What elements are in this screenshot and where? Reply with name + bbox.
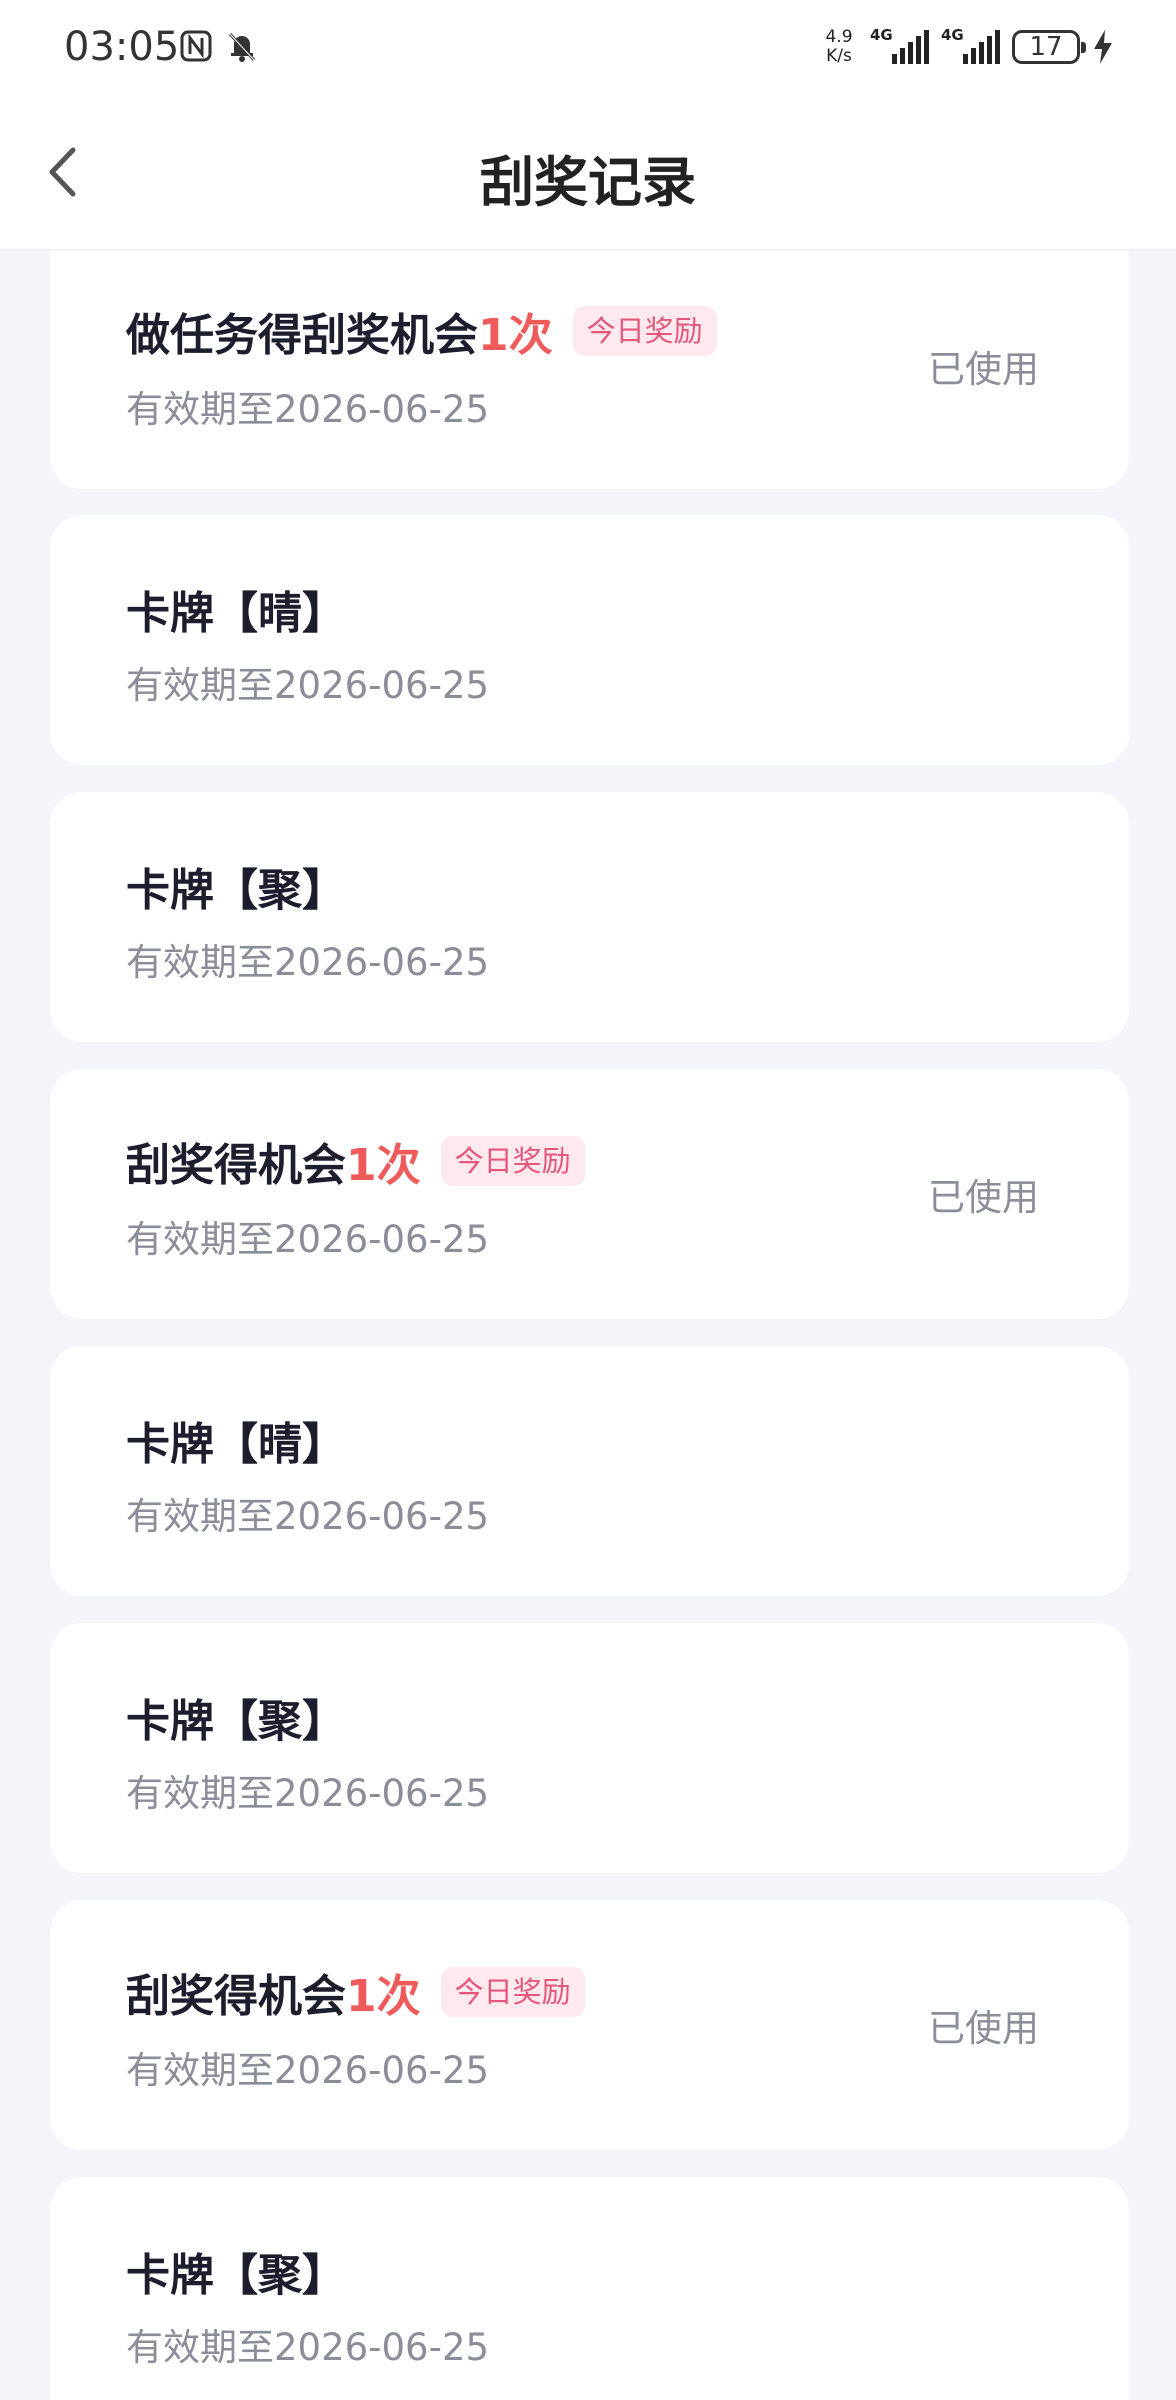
network-speed-value: 4.9 [825,27,853,47]
signal-sim2: 4G [941,26,1000,64]
status-time: 03:05 [64,24,180,70]
status-bar: 03:05 4.9 K/s 4G 4G 17 [0,0,1176,100]
record-count: 1次 [478,310,553,361]
record-card[interactable]: 卡牌【聚】 有效期至2026-06-25 [50,2177,1129,2400]
record-expiry: 有效期至2026-06-25 [126,1218,490,1261]
record-title: 做任务得刮奖机会 1次 今日奖励 [126,299,717,363]
record-card[interactable]: 卡牌【晴】 有效期至2026-06-25 [50,1346,1129,1596]
record-title: 卡牌【聚】 [126,2250,346,2301]
record-title: 刮奖得机会 1次 今日奖励 [126,1960,585,2024]
record-card[interactable]: 刮奖得机会 1次 今日奖励 有效期至2026-06-25 已使用 [50,1900,1129,2150]
record-expiry: 有效期至2026-06-25 [126,2326,490,2369]
record-card[interactable]: 卡牌【晴】 有效期至2026-06-25 [50,515,1129,765]
today-reward-tag: 今日奖励 [440,1136,585,1186]
record-status: 已使用 [928,1176,1039,1219]
record-title-text: 做任务得刮奖机会 [126,310,478,361]
signal-sim1: 4G [870,26,929,64]
record-title: 卡牌【聚】 [126,865,346,916]
record-card[interactable]: 刮奖得机会 1次 今日奖励 有效期至2026-06-25 已使用 [50,1069,1129,1319]
record-expiry: 有效期至2026-06-25 [126,2049,490,2092]
record-status: 已使用 [928,2007,1039,2050]
mute-bell-icon [228,32,256,62]
record-title: 卡牌【聚】 [126,1696,346,1747]
status-right: 4.9 K/s 4G 4G 17 [820,26,1114,66]
signal-bars-icon [963,30,1000,64]
today-reward-tag: 今日奖励 [440,1967,585,2017]
record-expiry: 有效期至2026-06-25 [126,664,490,707]
sim2-label: 4G [941,26,964,44]
network-speed-unit: K/s [826,46,852,66]
record-status: 已使用 [928,348,1039,391]
record-expiry: 有效期至2026-06-25 [126,941,490,984]
network-speed: 4.9 K/s [820,28,858,66]
record-title: 卡牌【晴】 [126,1419,346,1470]
record-card[interactable]: 卡牌【聚】 有效期至2026-06-25 [50,792,1129,1042]
record-expiry: 有效期至2026-06-25 [126,1495,490,1538]
nav-bar: 刮奖记录 [0,100,1176,250]
signal-bars-icon [892,30,929,64]
battery-indicator: 17 [1012,30,1086,64]
record-count: 1次 [346,1140,421,1191]
today-reward-tag: 今日奖励 [572,306,717,356]
record-card[interactable]: 卡牌【聚】 有效期至2026-06-25 [50,1623,1129,1873]
record-card[interactable]: 做任务得刮奖机会 1次 今日奖励 有效期至2026-06-25 已使用 [50,251,1129,489]
record-title: 刮奖得机会 1次 今日奖励 [126,1129,585,1193]
record-count: 1次 [346,1971,421,2022]
status-icons-left [178,28,260,64]
record-title: 卡牌【晴】 [126,588,346,639]
record-expiry: 有效期至2026-06-25 [126,388,490,431]
charging-bolt-icon [1094,30,1112,64]
sim1-label: 4G [870,26,893,44]
record-title-text: 刮奖得机会 [126,1971,346,2022]
nfc-icon [180,30,212,62]
page-title: 刮奖记录 [480,151,696,214]
record-title-text: 刮奖得机会 [126,1140,346,1191]
record-expiry: 有效期至2026-06-25 [126,1772,490,1815]
